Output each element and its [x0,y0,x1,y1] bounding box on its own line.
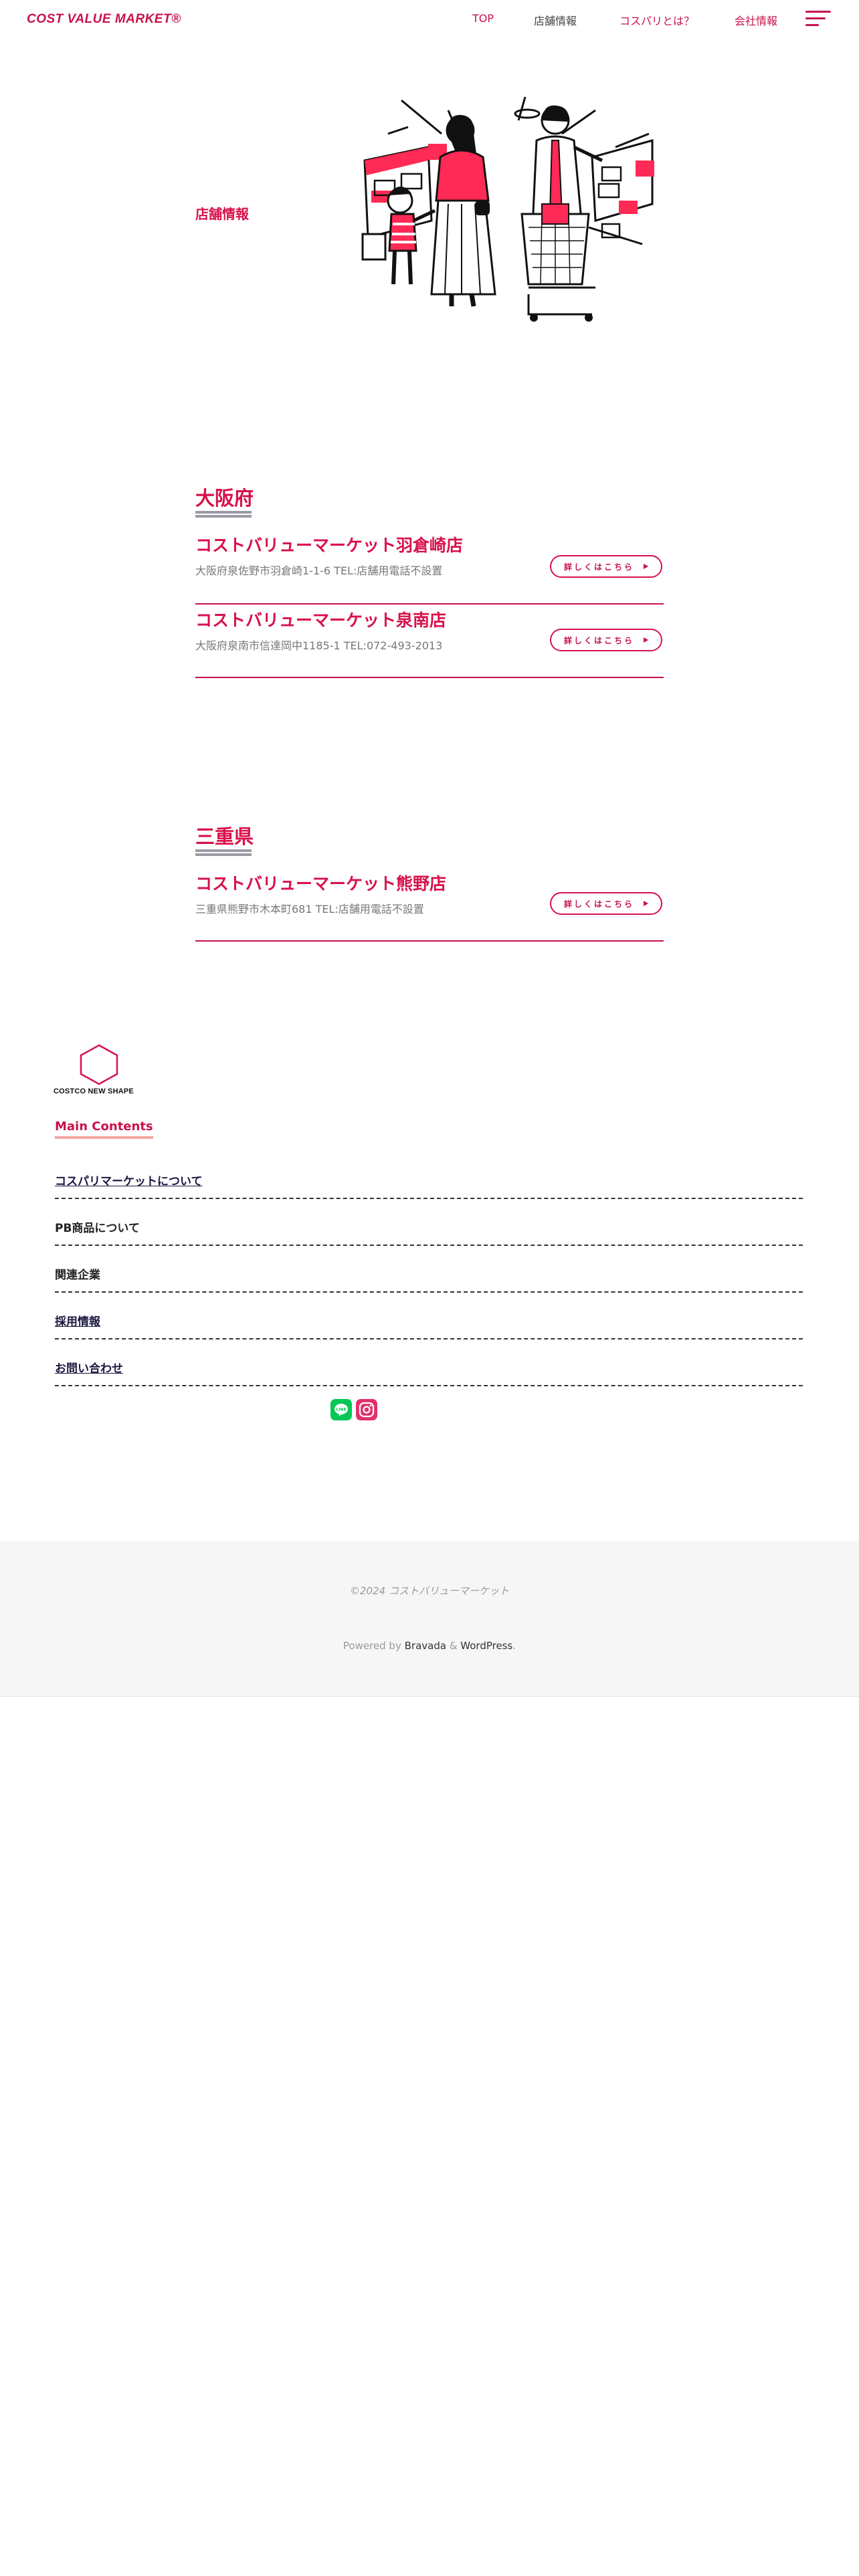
hexagon-logo-icon[interactable] [79,1043,119,1086]
prefecture-heading-mie: 三重県 [195,825,254,848]
family-shopping-illustration [361,96,654,322]
main-contents-heading: Main Contents [55,1119,153,1139]
store-detail-button[interactable]: 詳しくはこちら [550,555,662,578]
svg-text:LINE: LINE [336,1408,346,1412]
divider [195,603,664,605]
nav-about[interactable]: コスパリとは？ [619,12,694,28]
line-icon[interactable]: LINE [330,1399,352,1420]
footer-logo-text: COSTCO NEW SHAPE [54,1087,134,1095]
store-address: 大阪府泉佐野市羽倉崎1-1-6 TEL:店舗用電話不設置 [195,564,443,577]
store-address: 三重県熊野市木本町681 TEL:店舗用電話不設置 [195,903,424,916]
footer-menu-link[interactable]: 関連企業 [55,1269,100,1282]
powered-mid: & [446,1640,461,1652]
nav-stores[interactable]: 店舗情報 [534,12,577,28]
instagram-icon[interactable] [356,1399,377,1420]
footer-menu-link[interactable]: コスパリマーケットについて [55,1175,203,1188]
store-name: コストバリューマーケット羽倉崎店 [195,536,464,555]
heading-underline [195,511,252,518]
footer-menu-item[interactable]: コスパリマーケットについて [55,1172,803,1199]
store-detail-button[interactable]: 詳しくはこちら [550,629,662,651]
footer-menu-link[interactable]: お問い合わせ [55,1362,123,1376]
heading-underline [195,849,252,856]
divider [195,940,664,942]
store-address: 大阪府泉南市信達岡中1185-1 TEL:072-493-2013 [195,639,443,652]
page-title: 店舗情報 [195,206,249,222]
footer-menu-link[interactable]: 採用情報 [55,1315,100,1329]
nav-company[interactable]: 会社情報 [735,12,777,28]
wordpress-link[interactable]: WordPress [460,1640,512,1652]
bravada-link[interactable]: Bravada [405,1640,446,1652]
powered-suffix: . [512,1640,516,1652]
powered-prefix: Powered by [343,1640,405,1652]
play-arrow-icon [644,901,648,906]
prefecture-heading-osaka: 大阪府 [195,487,254,510]
play-arrow-icon [644,637,648,643]
nav-top[interactable]: TOP [472,12,494,25]
footer-menu-item[interactable]: 関連企業 [55,1265,803,1293]
footer-band [0,1541,859,1697]
footer-menu-item[interactable]: お問い合わせ [55,1359,803,1386]
detail-button-label: 詳しくはこちら [563,635,634,645]
detail-button-label: 詳しくはこちら [563,899,634,909]
divider [195,677,664,678]
detail-button-label: 詳しくはこちら [563,562,634,572]
powered-by-text: Powered by Bravada & WordPress. [0,1640,859,1652]
play-arrow-icon [644,564,648,569]
footer-menu-item[interactable]: PB商品について [55,1218,803,1246]
footer-menu-item[interactable]: 採用情報 [55,1312,803,1339]
footer-menu-link[interactable]: PB商品について [55,1222,140,1235]
site-logo[interactable]: COST VALUE MARKET® [27,12,181,27]
store-name: コストバリューマーケット泉南店 [195,611,447,630]
store-detail-button[interactable]: 詳しくはこちら [550,892,662,915]
copyright-text: ©2024 コストバリューマーケット [350,1585,509,1597]
menu-icon[interactable] [805,9,831,28]
store-name: コストバリューマーケット熊野店 [195,874,447,893]
